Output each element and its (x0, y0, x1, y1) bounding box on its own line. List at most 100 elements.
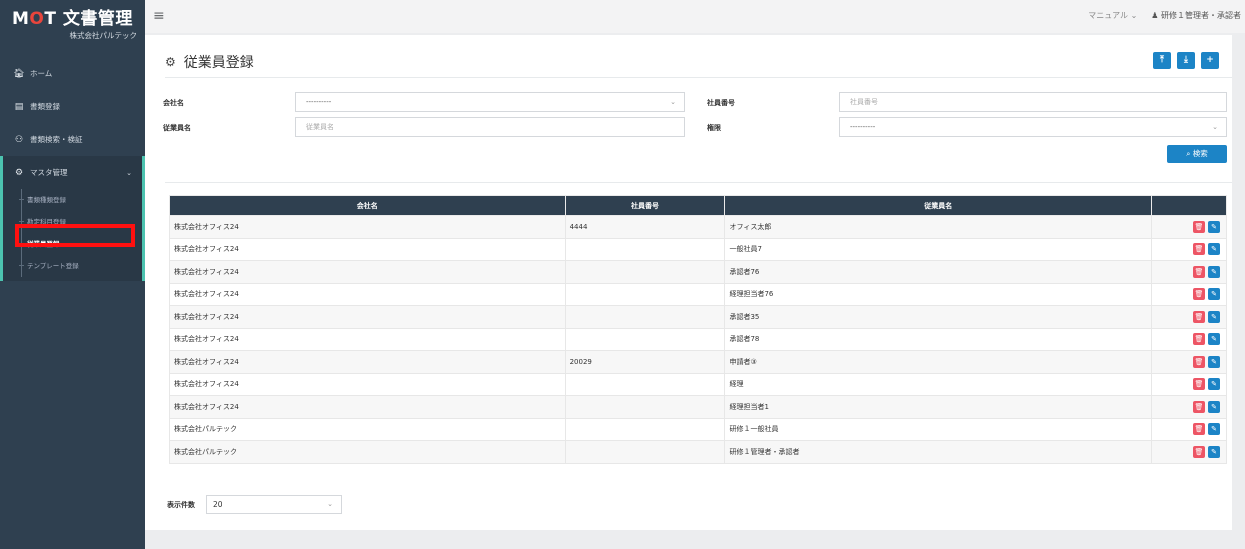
edit-button[interactable]: ✎ (1208, 423, 1220, 436)
sidebar-item-document-search[interactable]: ⚇ 書類検索・検証 (0, 123, 145, 156)
delete-button[interactable]: 🗑︎ (1193, 445, 1205, 458)
sidebar-group-master: ⚙ マスタ管理 ⌄ 書類種類登録 勘定科目登録 従業員登録 テンプレート登録 (0, 156, 145, 281)
delete-button[interactable]: 🗑︎ (1193, 378, 1205, 391)
edit-button[interactable]: ✎ (1208, 288, 1220, 301)
cell-employee-no (564, 282, 726, 306)
employee-name-placeholder: 従業員名 (306, 123, 334, 131)
home-icon: 🏠︎ (13, 68, 25, 79)
edit-button[interactable]: ✎ (1208, 265, 1220, 278)
sidebar-subitem-employee[interactable]: 従業員登録 (3, 233, 142, 255)
cell-company: 株式会社オフィス24 (169, 327, 566, 351)
role-select[interactable]: ---------- ⌄ (839, 117, 1227, 137)
cell-company: 株式会社パルテック (169, 440, 566, 464)
divider (165, 77, 1232, 78)
page-size-value: 20 (213, 500, 223, 509)
header-actions: ⤒ ⤓ + (1153, 52, 1219, 69)
sidebar-item-label: 書類検索・検証 (30, 135, 83, 144)
cell-company: 株式会社オフィス24 (169, 305, 566, 329)
column-header-employee-name[interactable]: 従業員名 (724, 195, 1153, 216)
role-select-value: ---------- (850, 123, 876, 131)
menu-toggle-icon[interactable]: ≡ (153, 8, 165, 24)
delete-button[interactable]: 🗑︎ (1193, 310, 1205, 323)
delete-button[interactable]: 🗑︎ (1193, 333, 1205, 346)
manual-dropdown[interactable]: マニュアル ⌄ (1088, 10, 1137, 21)
cell-company: 株式会社オフィス24 (169, 395, 566, 419)
user-name: 研修１管理者・承認者 (1161, 11, 1241, 20)
chevron-down-icon: ⌄ (327, 500, 333, 508)
cell-actions: 🗑︎ ✎ (1151, 215, 1227, 239)
cell-employee-no (564, 305, 726, 329)
employee-name-input[interactable]: 従業員名 (295, 117, 685, 137)
edit-button[interactable]: ✎ (1208, 445, 1220, 458)
sidebar-subitem-document-type[interactable]: 書類種類登録 (3, 189, 142, 211)
delete-button[interactable]: 🗑︎ (1193, 220, 1205, 233)
edit-button[interactable]: ✎ (1208, 400, 1220, 413)
edit-button[interactable]: ✎ (1208, 220, 1220, 233)
delete-button[interactable]: 🗑︎ (1193, 265, 1205, 278)
cell-employee-name: 承認者76 (724, 260, 1153, 284)
table-row: 株式会社パルテック 研修１管理者・承認者 🗑︎ ✎ (169, 440, 1227, 464)
edit-button[interactable]: ✎ (1208, 333, 1220, 346)
employee-no-input[interactable]: 社員番号 (839, 92, 1227, 112)
edit-button[interactable]: ✎ (1208, 378, 1220, 391)
upload-button[interactable]: ⤒ (1153, 52, 1171, 69)
cell-employee-no (564, 395, 726, 419)
edit-button[interactable]: ✎ (1208, 243, 1220, 256)
table-row: 株式会社オフィス24 承認者35 🗑︎ ✎ (169, 305, 1227, 329)
cell-actions: 🗑︎ ✎ (1151, 417, 1227, 441)
table-row: 株式会社オフィス24 承認者76 🗑︎ ✎ (169, 260, 1227, 284)
table-row: 株式会社パルテック 研修１一般社員 🗑︎ ✎ (169, 417, 1227, 441)
cell-employee-no (564, 327, 726, 351)
add-button[interactable]: + (1201, 52, 1219, 69)
sidebar-subitem-template[interactable]: テンプレート登録 (3, 255, 142, 277)
topbar-right: マニュアル ⌄ ♟ 研修１管理者・承認者 (1088, 10, 1241, 21)
cell-company: 株式会社オフィス24 (169, 350, 566, 374)
chevron-down-icon: ⌄ (670, 98, 676, 106)
cell-company: 株式会社オフィス24 (169, 372, 566, 396)
column-header-employee-no[interactable]: 社員番号 (564, 195, 726, 216)
table-body: 株式会社オフィス24 4444 オフィス太郎 🗑︎ ✎ 株式会社オフィス24 一般社員7 🗑︎… (169, 215, 1227, 464)
cell-actions: 🗑︎ ✎ (1151, 350, 1227, 374)
page-title: ⚙ 従業員登録 (165, 52, 254, 72)
sidebar-item-document-register[interactable]: ▤ 書類登録 (0, 90, 145, 123)
edit-button[interactable]: ✎ (1208, 355, 1220, 368)
delete-button[interactable]: 🗑︎ (1193, 423, 1205, 436)
cell-employee-no (564, 237, 726, 261)
cell-employee-no: 4444 (564, 215, 726, 239)
cell-employee-name: 承認者35 (724, 305, 1153, 329)
employee-name-label: 従業員名 (163, 124, 191, 132)
column-header-company[interactable]: 会社名 (169, 195, 566, 216)
delete-button[interactable]: 🗑︎ (1193, 243, 1205, 256)
user-menu[interactable]: ♟ 研修１管理者・承認者 (1151, 10, 1241, 21)
edit-button[interactable]: ✎ (1208, 310, 1220, 323)
cell-actions: 🗑︎ ✎ (1151, 327, 1227, 351)
table-row: 株式会社オフィス24 承認者78 🗑︎ ✎ (169, 327, 1227, 351)
cell-actions: 🗑︎ ✎ (1151, 372, 1227, 396)
sidebar-item-home[interactable]: 🏠︎ ホーム (0, 57, 145, 90)
cell-actions: 🗑︎ ✎ (1151, 260, 1227, 284)
logo: MOT 文書管理 株式会社パルテック (0, 0, 145, 45)
search-verify-icon: ⚇ (14, 134, 24, 145)
delete-button[interactable]: 🗑︎ (1193, 400, 1205, 413)
chevron-down-icon: ⌄ (1212, 123, 1218, 131)
cell-employee-name: オフィス太郎 (724, 215, 1153, 239)
company-label: 会社名 (163, 99, 184, 107)
cell-employee-name: 一般社員7 (724, 237, 1153, 261)
sidebar-subitem-account[interactable]: 勘定科目登録 (3, 211, 142, 233)
cell-employee-name: 研修１管理者・承認者 (724, 440, 1153, 464)
cell-employee-no (564, 372, 726, 396)
sidebar-item-master[interactable]: ⚙ マスタ管理 ⌄ (3, 156, 142, 189)
cell-employee-name: 経理 (724, 372, 1153, 396)
table-row: 株式会社オフィス24 20029 申請者③ 🗑︎ ✎ (169, 350, 1227, 374)
delete-button[interactable]: 🗑︎ (1193, 288, 1205, 301)
delete-button[interactable]: 🗑︎ (1193, 355, 1205, 368)
cell-company: 株式会社パルテック (169, 417, 566, 441)
company-select[interactable]: ---------- ⌄ (295, 92, 685, 112)
search-button[interactable]: ⌕ 検索 (1167, 145, 1227, 163)
cell-employee-no: 20029 (564, 350, 726, 374)
chevron-down-icon: ⌄ (126, 168, 132, 177)
page-size-select[interactable]: 20 ⌄ (206, 495, 342, 514)
gears-icon: ⚙ (14, 167, 24, 178)
download-button[interactable]: ⤓ (1177, 52, 1195, 69)
role-label: 権限 (707, 124, 721, 132)
